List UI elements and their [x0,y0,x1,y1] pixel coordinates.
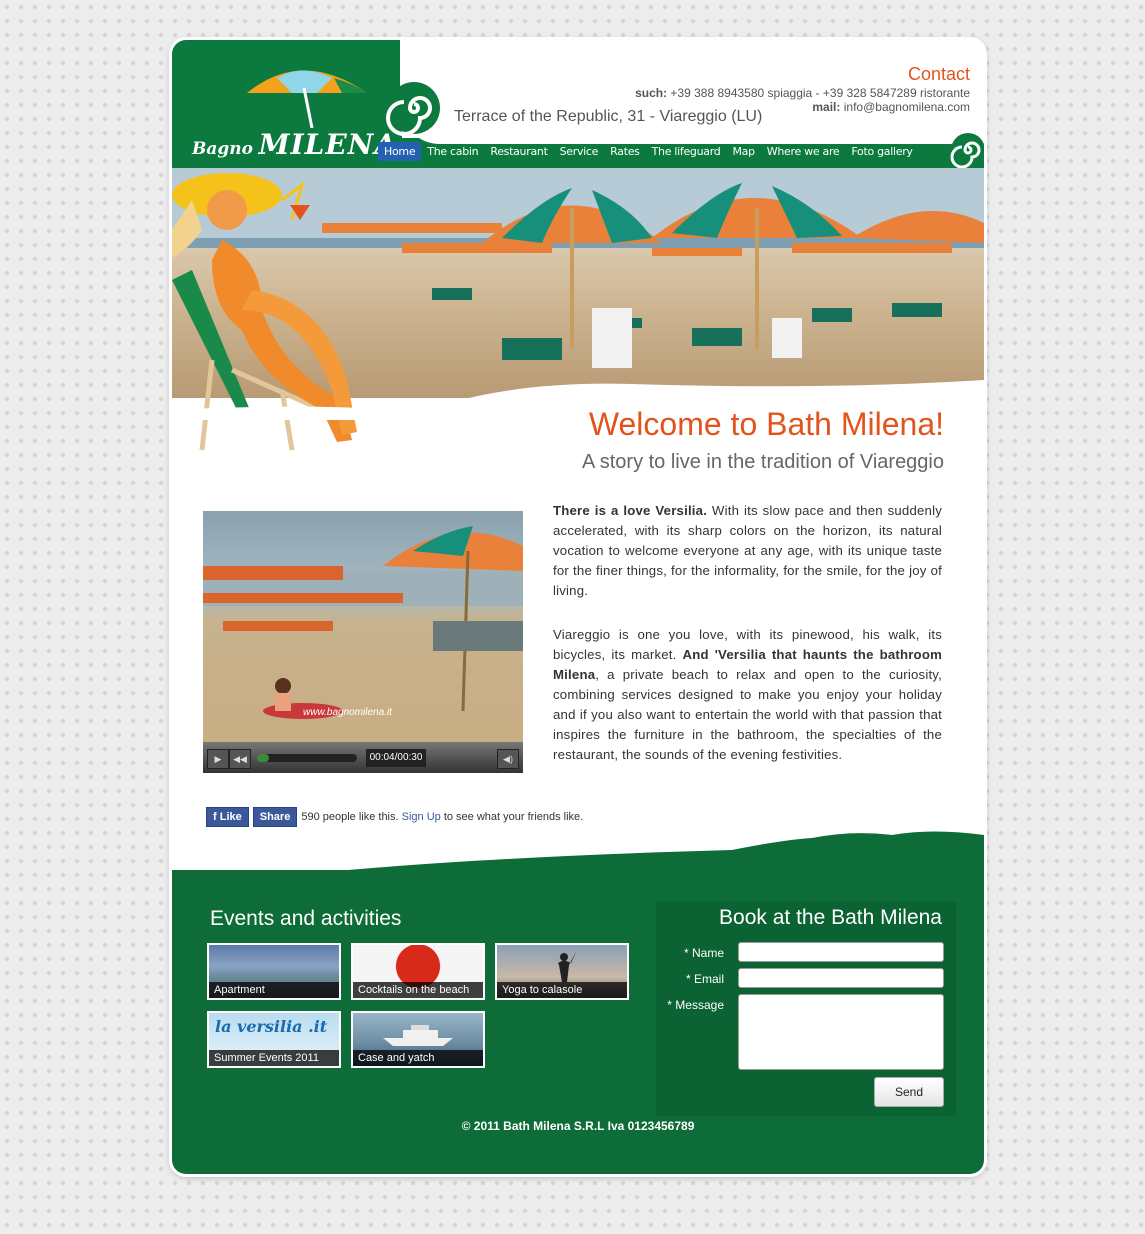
mail-label: mail: [812,100,841,114]
video-progress-fill [257,754,269,762]
contact-title[interactable]: Contact [908,64,970,85]
play-icon[interactable]: ▶ [207,749,229,769]
video-watermark: www.bagnomilena.it [303,707,392,718]
mail-text[interactable]: info@bagnomilena.com [844,100,970,114]
event-caption: Yoga to calasole [497,982,627,998]
nav-map[interactable]: Map [726,142,760,161]
copyright: © 2011 Bath Milena S.R.L Iva 0123456789 [461,1119,695,1133]
welcome-subtitle: A story to live in the tradition of Viar… [581,451,944,473]
event-caption: Summer Events 2011 [209,1050,339,1066]
umbrella-logo-icon [247,70,367,128]
yoga-silhouette [552,950,577,982]
name-field[interactable] [738,942,944,962]
nav-the-cabin[interactable]: The cabin [421,142,484,161]
logo[interactable]: Bagno MILENA [192,128,397,161]
send-button[interactable]: Send [874,1077,944,1107]
logo-big-text: MILENA [258,128,398,161]
email-field[interactable] [738,968,944,988]
intro-text: There is a love Versilia. With its slow … [553,501,942,789]
events-title: Events and activities [210,907,402,930]
nav-foto-gallery[interactable]: Foto gallery [845,142,918,161]
yacht-image [383,1025,453,1046]
la-versilia-logo: la versilia .it [215,1017,328,1036]
event-thumb-yacht[interactable]: Case and yatch [351,1011,485,1068]
nav-where-we-are[interactable]: Where we are [761,142,846,161]
intro-p1-bold: There is a love Versilia. [553,503,708,518]
phone-text: +39 388 8943580 spiaggia - +39 328 58472… [670,86,970,100]
nav-restaurant[interactable]: Restaurant [484,142,553,161]
address: Terrace of the Republic, 31 - Viareggio … [454,108,763,125]
nav-service[interactable]: Service [554,142,605,161]
intro-p2-text-b: , a private beach to relax and open to t… [553,667,942,762]
intro-paragraph-2: Viareggio is one you love, with its pine… [553,625,942,765]
rewind-icon[interactable]: ◀◀ [229,749,251,769]
event-thumb-yoga[interactable]: Yoga to calasole [495,943,629,1000]
message-label: * Message [667,998,724,1012]
nav-rates[interactable]: Rates [604,142,645,161]
event-caption: Apartment [209,982,339,998]
video-progress-track[interactable] [257,754,357,762]
page-container: Bagno MILENA Contact such: +39 388 89435… [172,40,984,1174]
volume-icon[interactable]: ◀) [497,749,519,769]
event-thumb-apartment[interactable]: Apartment [207,943,341,1000]
nav-home[interactable]: Home [378,142,422,161]
video-frame: www.bagnomilena.it [203,511,523,742]
logo-small-text: Bagno [192,139,253,159]
message-textarea[interactable] [738,994,944,1070]
video-controls: ▶ ◀◀ 00:04/00:30 ◀) [203,742,523,773]
event-thumb-cocktails[interactable]: Cocktails on the beach [351,943,485,1000]
intro-paragraph-1: There is a love Versilia. With its slow … [553,501,942,601]
swirl-small-icon [950,133,984,168]
swirl-decoration-icon [386,82,440,136]
booking-title: Book at the Bath Milena [719,906,942,929]
phone-label: such: [635,86,668,100]
email-label: * Email [685,972,724,986]
mail-line: mail: info@bagnomilena.com [812,100,970,114]
event-caption: Cocktails on the beach [353,982,483,998]
phone-line: such: +39 388 8943580 spiaggia - +39 328… [635,86,970,100]
welcome-title: Welcome to Bath Milena! [588,406,944,442]
name-label: * Name [683,946,724,960]
video-time: 00:04/00:30 [366,749,426,767]
nav-the-lifeguard[interactable]: The lifeguard [646,142,727,161]
main-nav: Home The cabin Restaurant Service Rates … [378,142,919,161]
video-player[interactable]: www.bagnomilena.it ▶ ◀◀ 00:04/00:30 ◀) [203,511,523,773]
event-thumb-summer-events[interactable]: la versilia .it Summer Events 2011 [207,1011,341,1068]
event-caption: Case and yatch [353,1050,483,1066]
